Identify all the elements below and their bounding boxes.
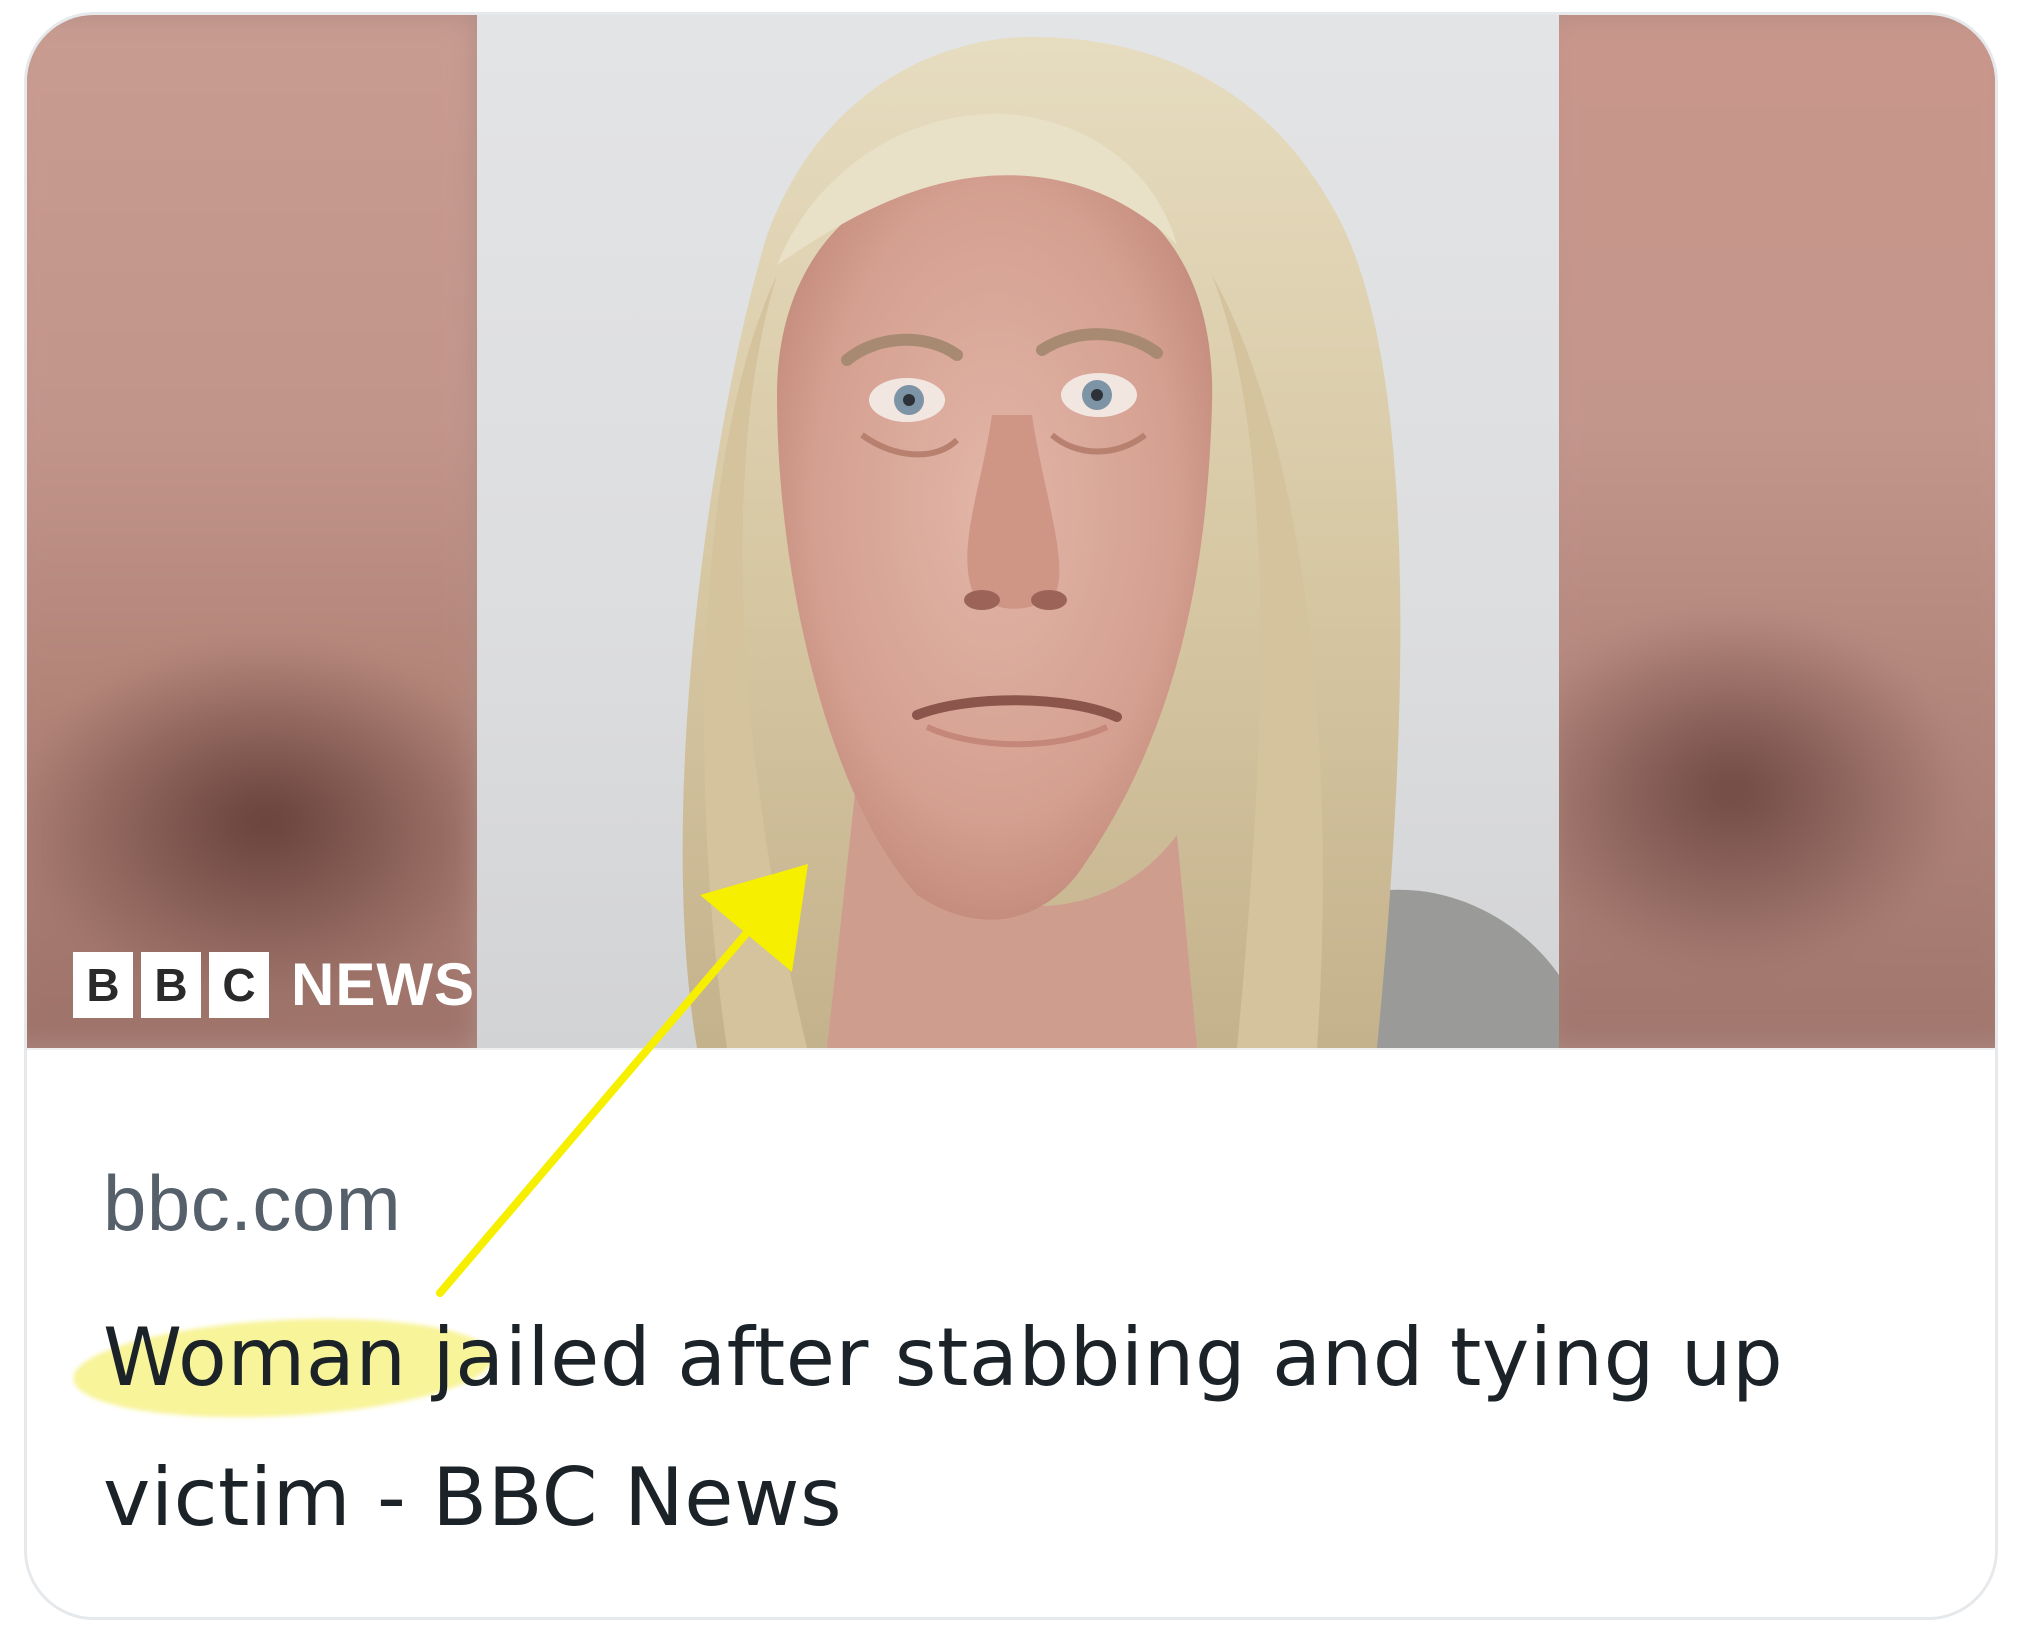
link-domain: bbc.com: [103, 1159, 402, 1247]
mugshot-photo: [477, 15, 1559, 1048]
link-preview-card[interactable]: B B C NEWS bbc.com Woman jailed after st…: [24, 12, 1998, 1620]
mugshot-illustration: [682, 36, 1559, 1048]
preview-image[interactable]: B B C NEWS: [27, 15, 1995, 1048]
headline-highlighted-word: Woman: [103, 1311, 407, 1404]
bbc-logo-box-b2: B: [141, 952, 201, 1018]
blurred-background-left: [27, 15, 477, 1048]
bbc-logo-box-c: C: [209, 952, 269, 1018]
bbc-logo-news: NEWS: [291, 951, 475, 1018]
preview-text-area[interactable]: bbc.com Woman jailed after stabbing and …: [27, 1048, 1995, 1617]
blurred-background-right: [1545, 15, 1995, 1048]
link-headline[interactable]: Woman jailed after stabbing and tying up…: [103, 1288, 1923, 1568]
bbc-news-logo: B B C NEWS: [73, 952, 475, 1018]
bbc-logo-box-b1: B: [73, 952, 133, 1018]
